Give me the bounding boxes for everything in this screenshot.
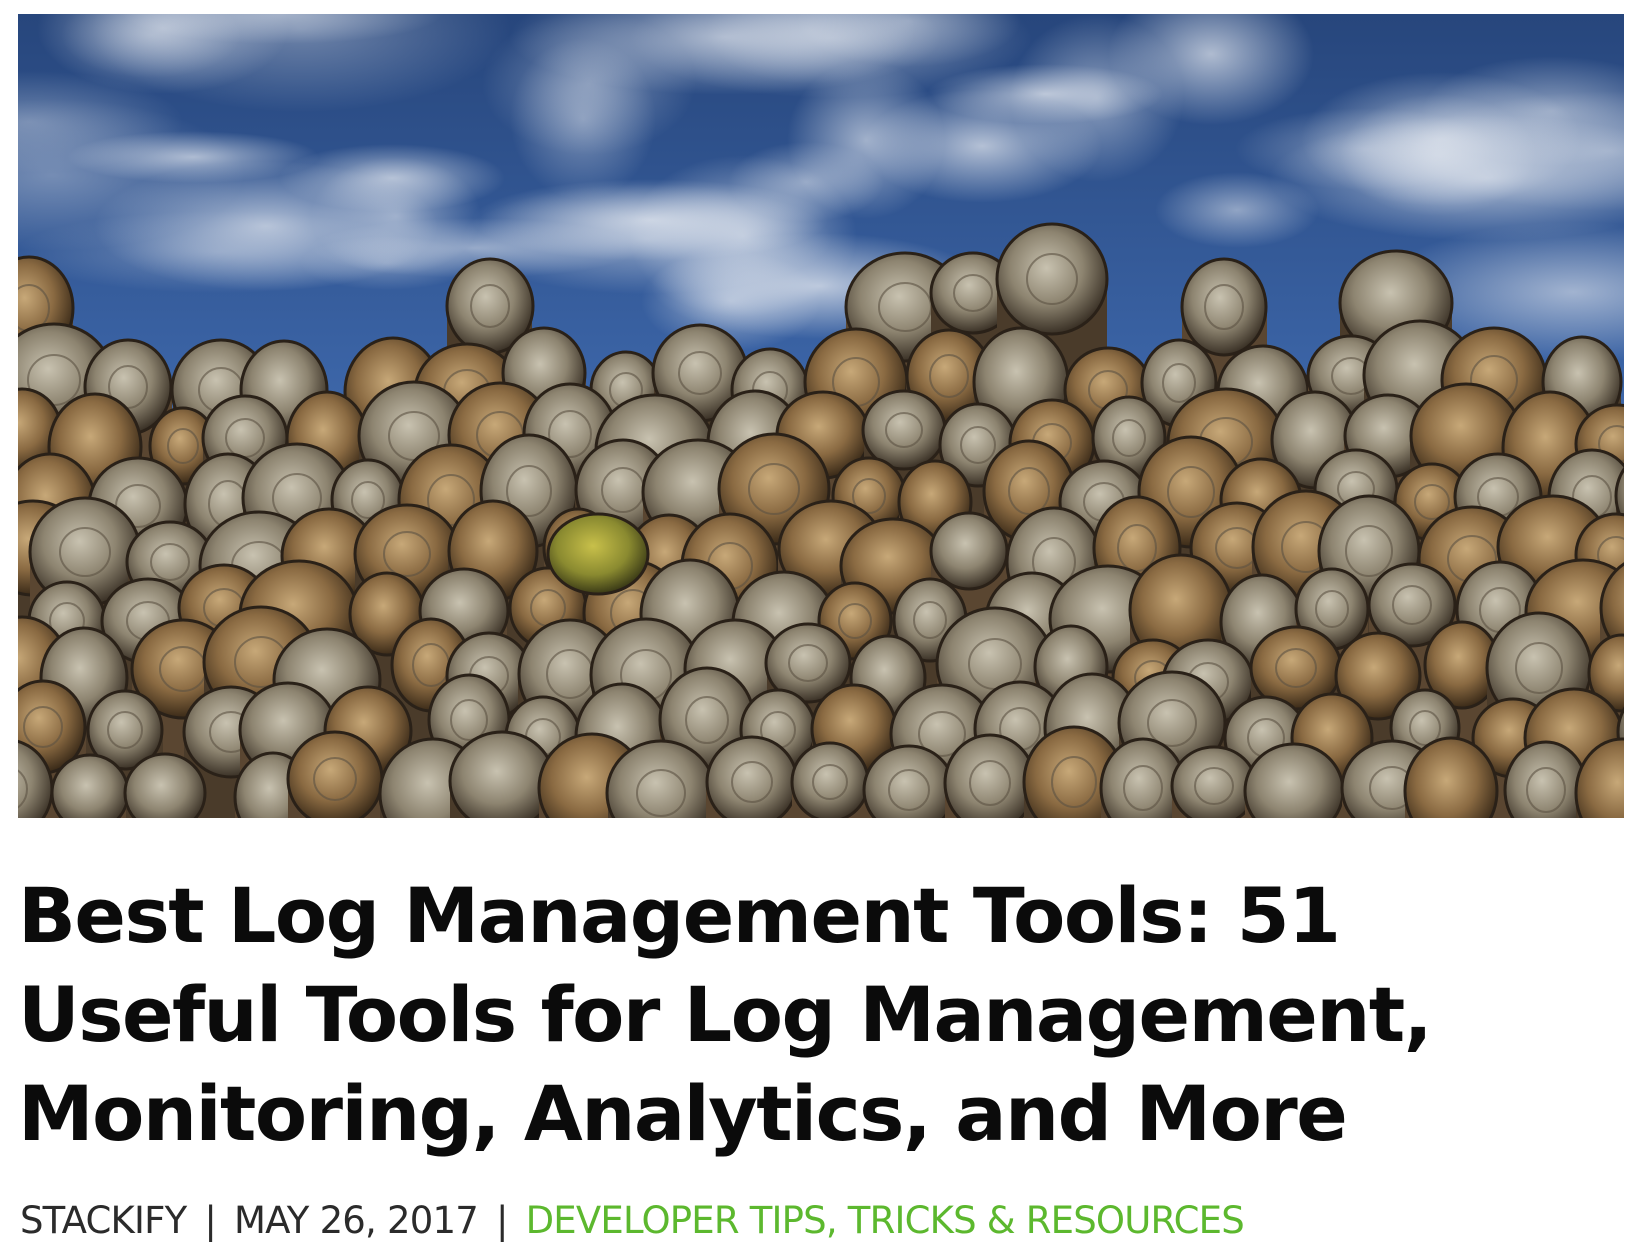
log-end bbox=[995, 222, 1109, 336]
article-title-line[interactable]: Useful Tools for Log Management, bbox=[18, 965, 1578, 1064]
meta-separator: | bbox=[495, 1198, 508, 1242]
article-title-line[interactable]: Best Log Management Tools: 51 bbox=[18, 866, 1578, 965]
log-end bbox=[1170, 745, 1258, 818]
category-link[interactable]: DEVELOPER TIPS, TRICKS & RESOURCES bbox=[526, 1199, 1245, 1242]
log-end bbox=[123, 752, 207, 818]
cloud-shape bbox=[300, 236, 474, 290]
article-meta: STACKIFY | MAY 26, 2017 | DEVELOPER TIPS… bbox=[20, 1196, 1245, 1244]
log-end bbox=[286, 730, 384, 818]
article-title[interactable]: Best Log Management Tools: 51 Useful Too… bbox=[18, 866, 1578, 1163]
log-end bbox=[862, 744, 956, 818]
article-title-line[interactable]: Monitoring, Analytics, and More bbox=[18, 1064, 1578, 1163]
log-end bbox=[1180, 257, 1268, 357]
author-name: STACKIFY bbox=[20, 1198, 187, 1242]
log-end bbox=[790, 741, 870, 818]
log-end bbox=[929, 511, 1009, 591]
publish-date: MAY 26, 2017 bbox=[234, 1198, 479, 1242]
hero-image bbox=[18, 14, 1624, 818]
log-end bbox=[448, 730, 556, 818]
cloud-shape bbox=[67, 131, 319, 183]
log-end bbox=[50, 753, 130, 818]
log-pile-photo bbox=[18, 14, 1624, 818]
log-end bbox=[705, 735, 799, 818]
meta-separator: | bbox=[204, 1198, 217, 1242]
log-end-moss bbox=[546, 512, 650, 596]
